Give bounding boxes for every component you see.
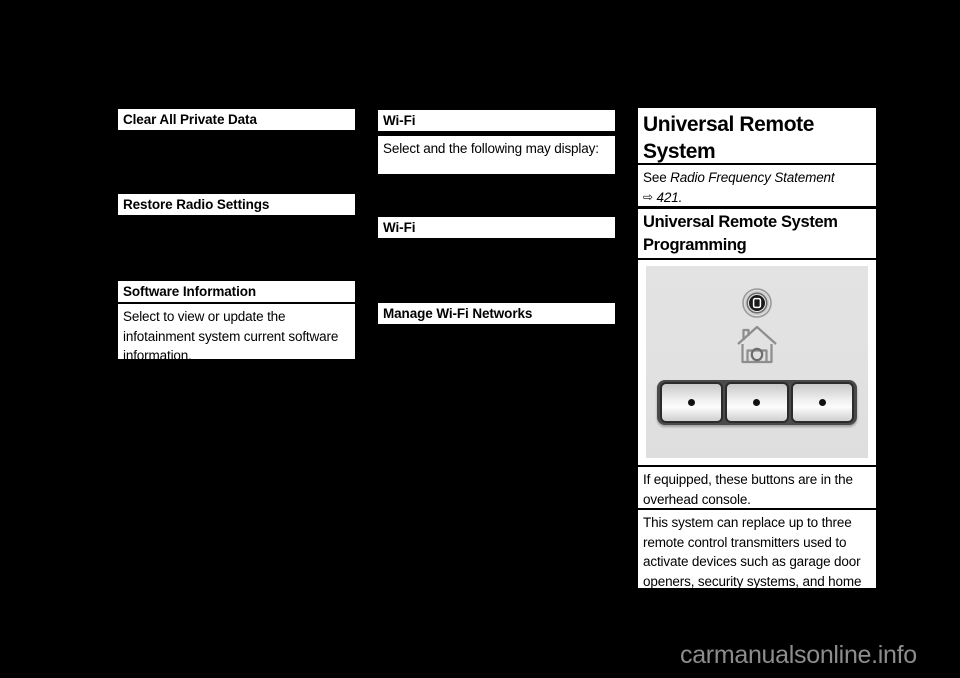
figure-caption-overhead-console: If equipped, these buttons are in the ov… — [638, 467, 876, 508]
console-button-2[interactable] — [725, 382, 789, 423]
console-button-3[interactable] — [790, 382, 854, 423]
section-heading-restore-radio-settings: Restore Radio Settings — [118, 194, 355, 215]
watermark-carmanualsonline: carmanualsonline.info — [680, 641, 917, 669]
section-heading-manage-wifi-networks: Manage Wi-Fi Networks — [378, 303, 615, 324]
cross-reference-page-number: 421. — [656, 189, 683, 205]
house-icon — [735, 324, 779, 366]
section-heading-universal-remote-system-programming: Universal Remote System Programming — [638, 209, 876, 258]
figure-overhead-console — [638, 260, 876, 465]
section-heading-wifi-primary: Wi-Fi — [378, 110, 615, 131]
overhead-console-panel — [646, 266, 868, 458]
section-body-universal-remote-system: This system can replace up to three remo… — [638, 510, 876, 608]
console-button-bar — [657, 380, 857, 425]
cross-reference-radio-frequency-statement: See Radio Frequency Statement ⇨ 421. — [638, 165, 876, 206]
page-reference-arrow-icon: ⇨ — [643, 189, 653, 204]
section-heading-clear-all-private-data: Clear All Private Data — [118, 109, 355, 130]
section-body-wifi-primary: Select and the following may display: — [378, 136, 615, 174]
section-heading-software-information: Software Information — [118, 281, 355, 302]
section-heading-wifi-secondary: Wi-Fi — [378, 217, 615, 238]
led-indicator-icon — [742, 288, 772, 318]
console-button-1[interactable] — [660, 382, 724, 423]
cross-reference-title: Radio Frequency Statement — [670, 170, 835, 185]
section-heading-universal-remote-system: Universal Remote System — [638, 108, 876, 163]
section-body-software-information: Select to view or update the infotainmen… — [118, 304, 355, 363]
manual-page: Clear All Private Data Restore Radio Set… — [0, 0, 960, 678]
cross-reference-prefix: See — [643, 170, 671, 185]
